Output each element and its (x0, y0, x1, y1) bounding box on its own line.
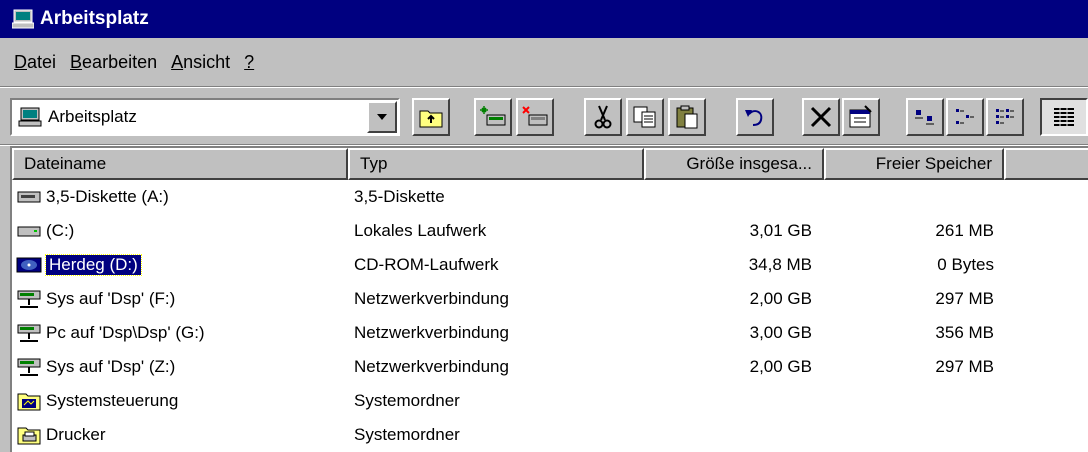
item-free: 297 MB (935, 289, 994, 308)
column-header-bar: Dateiname Typ Größe insgesa... Freier Sp… (12, 148, 1088, 180)
item-free (820, 418, 994, 452)
item-free (820, 180, 994, 214)
item-type: Systemordner (354, 391, 460, 410)
network-drive-icon (17, 290, 41, 308)
menu-help[interactable]: ? (244, 52, 254, 73)
item-free: 0 Bytes (937, 255, 994, 274)
item-size: 3,01 GB (749, 221, 812, 240)
control-panel-icon (17, 393, 41, 411)
paste-icon (676, 105, 698, 129)
item-size: 2,00 GB (749, 357, 812, 376)
map-network-drive-button[interactable] (474, 98, 512, 136)
list-item[interactable]: Pc auf 'Dsp\Dsp' (G:) Netzwerkverbindung… (12, 316, 1088, 350)
address-combobox[interactable]: Arbeitsplatz (10, 98, 400, 136)
menu-bearbeiten[interactable]: Bearbeiten (70, 52, 157, 73)
scissors-icon (594, 105, 612, 129)
column-header-name[interactable]: Dateiname (12, 148, 348, 180)
item-type: 3,5-Diskette (354, 187, 445, 206)
toolbar: Arbeitsplatz (0, 90, 1088, 144)
column-header-free[interactable]: Freier Speicher (824, 148, 1004, 180)
window-title: Arbeitsplatz (40, 8, 149, 29)
item-type: Netzwerkverbindung (354, 357, 509, 376)
details-view-button[interactable] (1040, 98, 1088, 136)
undo-button[interactable] (736, 98, 774, 136)
disconnect-drive-icon (522, 106, 548, 126)
menu-separator (0, 86, 1088, 88)
list-item[interactable]: Systemsteuerung Systemordner (12, 384, 1088, 418)
my-computer-icon (18, 107, 42, 127)
small-icons-icon (956, 109, 974, 124)
cut-button[interactable] (584, 98, 622, 136)
item-type: Netzwerkverbindung (354, 289, 509, 308)
menu-datei[interactable]: Datei (14, 52, 56, 73)
item-size (640, 418, 812, 452)
up-one-level-button[interactable] (412, 98, 450, 136)
column-header-filler (1004, 148, 1088, 180)
list-item[interactable]: Sys auf 'Dsp' (F:) Netzwerkverbindung 2,… (12, 282, 1088, 316)
menu-ansicht[interactable]: Ansicht (171, 52, 230, 73)
menu-bar: Datei Bearbeiten Ansicht ? (0, 40, 1088, 84)
small-icons-view-button[interactable] (946, 98, 984, 136)
copy-button[interactable] (626, 98, 664, 136)
file-list-view[interactable]: Dateiname Typ Größe insgesa... Freier Sp… (10, 146, 1088, 452)
item-name: Herdeg (D:) (45, 254, 142, 276)
column-header-size[interactable]: Größe insgesa... (644, 148, 824, 180)
item-size: 3,00 GB (749, 323, 812, 342)
copy-icon (633, 106, 656, 128)
network-drive-icon (17, 358, 41, 376)
properties-icon (849, 105, 872, 128)
disconnect-drive-button[interactable] (516, 98, 554, 136)
item-free: 356 MB (935, 323, 994, 342)
properties-button[interactable] (842, 98, 880, 136)
item-size (640, 384, 812, 418)
item-name: Sys auf 'Dsp' (Z:) (46, 357, 176, 376)
item-size: 34,8 MB (748, 255, 812, 274)
item-name: Systemsteuerung (46, 391, 179, 410)
undo-icon (745, 110, 763, 126)
paste-button[interactable] (668, 98, 706, 136)
file-list: 3,5-Diskette (A:) 3,5-Diskette (C:) Loka… (12, 180, 1088, 452)
list-item[interactable]: 3,5-Diskette (A:) 3,5-Diskette (12, 180, 1088, 214)
address-value: Arbeitsplatz (48, 107, 137, 126)
delete-button[interactable] (802, 98, 840, 136)
item-type: CD-ROM-Laufwerk (354, 255, 499, 274)
network-drive-icon (17, 324, 41, 342)
large-icons-view-button[interactable] (906, 98, 944, 136)
address-dropdown-button[interactable] (367, 101, 397, 133)
column-header-type[interactable]: Typ (348, 148, 644, 180)
list-view-icon (996, 109, 1014, 124)
my-computer-icon (12, 9, 34, 29)
item-size (640, 180, 812, 214)
item-type: Lokales Laufwerk (354, 221, 487, 240)
list-item[interactable]: Drucker Systemordner (12, 418, 1088, 452)
item-name: Pc auf 'Dsp\Dsp' (G:) (46, 323, 205, 342)
item-name: (C:) (46, 221, 75, 240)
item-type: Netzwerkverbindung (354, 323, 509, 342)
details-view-icon (1054, 108, 1074, 126)
dropdown-arrow-icon (377, 114, 387, 120)
printers-folder-icon (17, 427, 41, 445)
item-free: 261 MB (935, 221, 994, 240)
delete-x-icon (810, 106, 832, 128)
item-size: 2,00 GB (749, 289, 812, 308)
cdrom-icon (16, 257, 42, 273)
map-drive-icon (480, 106, 506, 126)
item-free: 297 MB (935, 357, 994, 376)
item-free (820, 384, 994, 418)
list-item[interactable]: (C:) Lokales Laufwerk 3,01 GB 261 MB (12, 214, 1088, 248)
item-name: Sys auf 'Dsp' (F:) (46, 289, 176, 308)
folder-up-icon (419, 110, 443, 128)
item-name: 3,5-Diskette (A:) (46, 187, 169, 206)
hard-drive-icon (17, 226, 41, 237)
large-icons-icon (915, 110, 934, 125)
list-item[interactable]: Herdeg (D:) CD-ROM-Laufwerk 34,8 MB 0 By… (12, 248, 1088, 282)
item-name: Drucker (46, 425, 106, 444)
floppy-drive-icon (17, 191, 41, 203)
list-view-button[interactable] (986, 98, 1024, 136)
title-bar[interactable]: Arbeitsplatz (0, 0, 1088, 38)
item-type: Systemordner (354, 425, 460, 444)
list-item[interactable]: Sys auf 'Dsp' (Z:) Netzwerkverbindung 2,… (12, 350, 1088, 384)
